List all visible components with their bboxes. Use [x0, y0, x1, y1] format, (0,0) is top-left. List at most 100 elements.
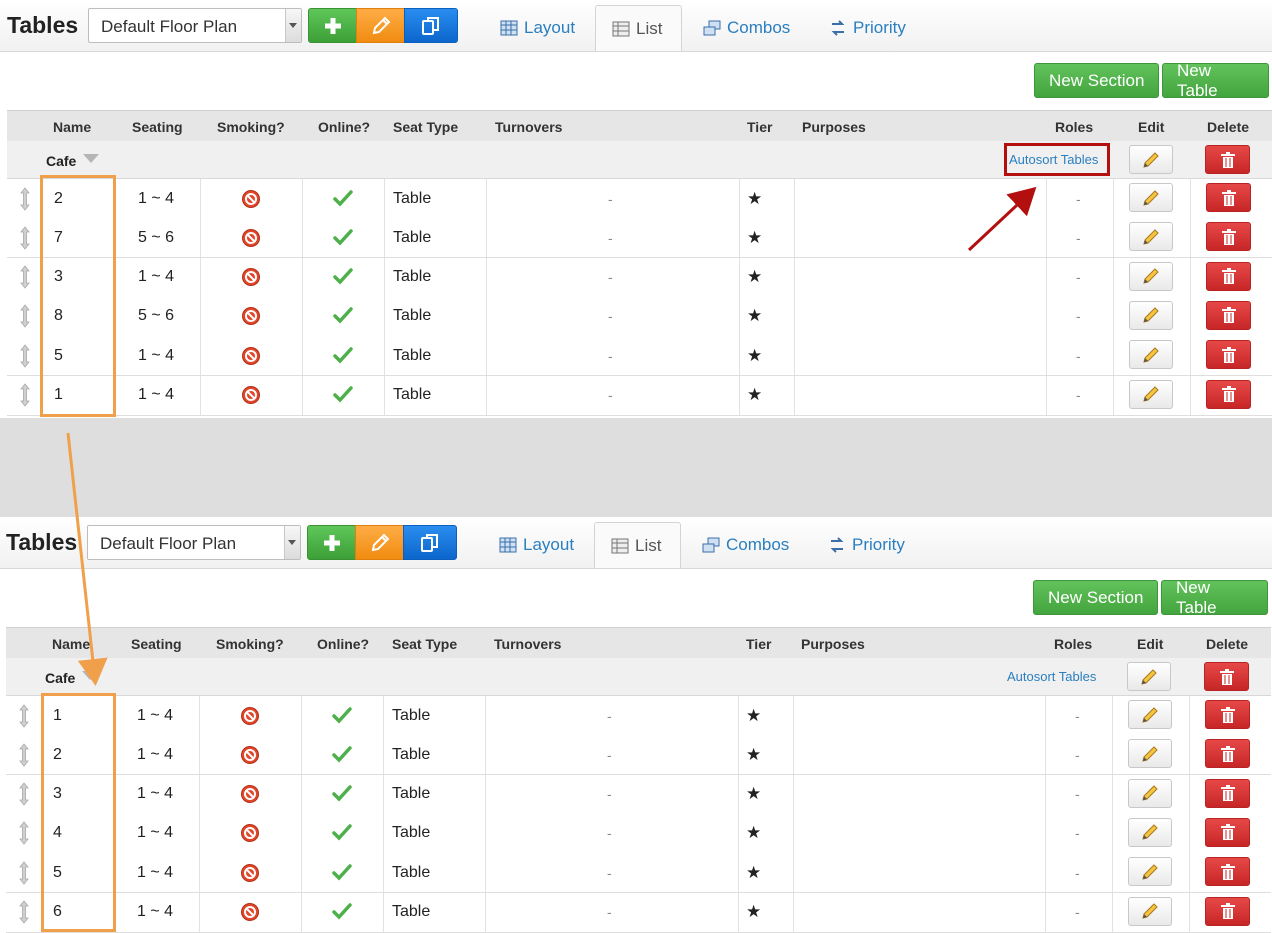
delete-table-button[interactable]: [1206, 379, 1251, 409]
column-divider: [1189, 892, 1190, 932]
caret-down-icon[interactable]: [83, 154, 99, 163]
column-divider: [200, 336, 201, 376]
column-divider: [383, 853, 384, 893]
floor-plan-select[interactable]: Default Floor Plan: [88, 8, 302, 43]
copy-floor-plan-button[interactable]: [403, 525, 457, 560]
chevron-down-icon[interactable]: [284, 526, 300, 559]
table-row[interactable]: 3 1 ~ 4 Table - ★ -: [6, 774, 1271, 815]
table-row[interactable]: 2 1 ~ 4 Table - ★ -: [7, 179, 1272, 219]
tab-priority[interactable]: Priority: [828, 522, 905, 568]
column-divider: [384, 296, 385, 336]
drag-handle[interactable]: [19, 179, 31, 218]
delete-section-button[interactable]: [1205, 145, 1250, 174]
edit-table-button[interactable]: [1129, 340, 1173, 370]
column-divider: [1112, 774, 1113, 814]
copy-floor-plan-button[interactable]: [404, 8, 458, 43]
delete-table-button[interactable]: [1205, 700, 1250, 729]
column-divider: [302, 179, 303, 218]
drag-handle[interactable]: [19, 376, 31, 415]
edit-section-button[interactable]: [1127, 662, 1171, 691]
table-row[interactable]: 8 5 ~ 6 Table - ★ -: [7, 296, 1272, 337]
drag-handle[interactable]: [18, 696, 30, 735]
drag-handle[interactable]: [18, 853, 30, 892]
roles-value: -: [1075, 707, 1080, 724]
edit-table-button[interactable]: [1128, 817, 1172, 847]
tier-star: ★: [747, 188, 763, 208]
delete-table-button[interactable]: [1206, 261, 1251, 291]
edit-table-button[interactable]: [1129, 379, 1173, 409]
tab-list[interactable]: List: [595, 5, 682, 51]
tab-priority[interactable]: Priority: [829, 5, 906, 51]
seat-type: Table: [392, 863, 431, 881]
column-divider: [1112, 892, 1113, 932]
table-row[interactable]: 2 1 ~ 4 Table - ★ -: [6, 735, 1271, 776]
drag-handle[interactable]: [19, 297, 31, 336]
trash-icon: [1219, 668, 1234, 685]
tab-layout[interactable]: Layout: [500, 5, 575, 51]
caret-down-icon[interactable]: [82, 671, 98, 680]
delete-section-button[interactable]: [1204, 662, 1249, 691]
table-row[interactable]: 1 1 ~ 4 Table - ★ -: [7, 375, 1272, 416]
new-section-button[interactable]: New Section: [1033, 580, 1159, 615]
col-seating: Seating: [132, 119, 183, 135]
chevron-down-icon[interactable]: [285, 9, 301, 42]
edit-table-button[interactable]: [1129, 183, 1173, 212]
edit-table-button[interactable]: [1128, 896, 1172, 926]
edit-floor-plan-button[interactable]: [356, 8, 405, 43]
turnovers-value: -: [608, 229, 613, 246]
pencil-icon: [1143, 229, 1159, 245]
edit-table-button[interactable]: [1129, 300, 1173, 330]
column-divider: [200, 218, 201, 258]
column-divider: [384, 179, 385, 218]
add-floor-plan-button[interactable]: [307, 525, 356, 560]
tab-layout[interactable]: Layout: [499, 522, 574, 568]
tab-combos[interactable]: Combos: [703, 5, 790, 51]
edit-table-button[interactable]: [1128, 700, 1172, 729]
floor-plan-select[interactable]: Default Floor Plan: [87, 525, 301, 560]
drag-handle[interactable]: [19, 258, 31, 297]
drag-handle[interactable]: [18, 735, 30, 774]
autosort-tables-link[interactable]: Autosort Tables: [1007, 669, 1096, 684]
new-table-button[interactable]: New Table: [1161, 578, 1268, 617]
delete-table-button[interactable]: [1205, 739, 1250, 769]
table-row[interactable]: 5 1 ~ 4 Table - ★ -: [7, 336, 1272, 377]
delete-table-button[interactable]: [1205, 896, 1250, 926]
delete-table-button[interactable]: [1206, 183, 1251, 212]
drag-handle[interactable]: [19, 218, 31, 257]
checkmark-icon: [333, 229, 353, 246]
table-row[interactable]: 5 1 ~ 4 Table - ★ -: [6, 853, 1271, 894]
table-seating: 1 ~ 4: [138, 386, 175, 403]
new-table-button[interactable]: New Table: [1162, 61, 1269, 100]
drag-handle[interactable]: [18, 775, 30, 814]
table-row[interactable]: 4 1 ~ 4 Table - ★ -: [6, 813, 1271, 854]
edit-table-button[interactable]: [1128, 739, 1172, 769]
drag-handle[interactable]: [18, 893, 30, 932]
delete-table-button[interactable]: [1205, 778, 1250, 808]
tab-combos[interactable]: Combos: [702, 522, 789, 568]
edit-floor-plan-button[interactable]: [355, 525, 404, 560]
add-floor-plan-button[interactable]: [308, 8, 357, 43]
tab-list[interactable]: List: [594, 522, 681, 568]
delete-table-button[interactable]: [1206, 300, 1251, 330]
new-section-button[interactable]: New Section: [1034, 63, 1160, 98]
table-row[interactable]: 6 1 ~ 4 Table - ★ -: [6, 892, 1271, 933]
delete-table-button[interactable]: [1206, 340, 1251, 370]
table-row[interactable]: 7 5 ~ 6 Table - ★ -: [7, 218, 1272, 259]
edit-table-button[interactable]: [1128, 857, 1172, 887]
delete-table-button[interactable]: [1205, 817, 1250, 847]
table-row[interactable]: 1 1 ~ 4 Table - ★ -: [6, 696, 1271, 736]
edit-section-button[interactable]: [1129, 145, 1173, 174]
table-seating: 1 ~ 4: [137, 785, 174, 803]
edit-table-button[interactable]: [1129, 261, 1173, 291]
delete-table-button[interactable]: [1205, 857, 1250, 887]
drag-handle[interactable]: [19, 336, 31, 375]
table-row[interactable]: 3 1 ~ 4 Table - ★ -: [7, 257, 1272, 298]
checkmark-icon: [332, 706, 352, 724]
delete-table-button[interactable]: [1206, 222, 1251, 252]
edit-table-button[interactable]: [1128, 778, 1172, 808]
column-divider: [739, 218, 740, 258]
edit-table-button[interactable]: [1129, 222, 1173, 252]
column-divider: [793, 774, 794, 814]
no-smoking-icon: [241, 706, 259, 725]
drag-handle[interactable]: [18, 814, 30, 853]
